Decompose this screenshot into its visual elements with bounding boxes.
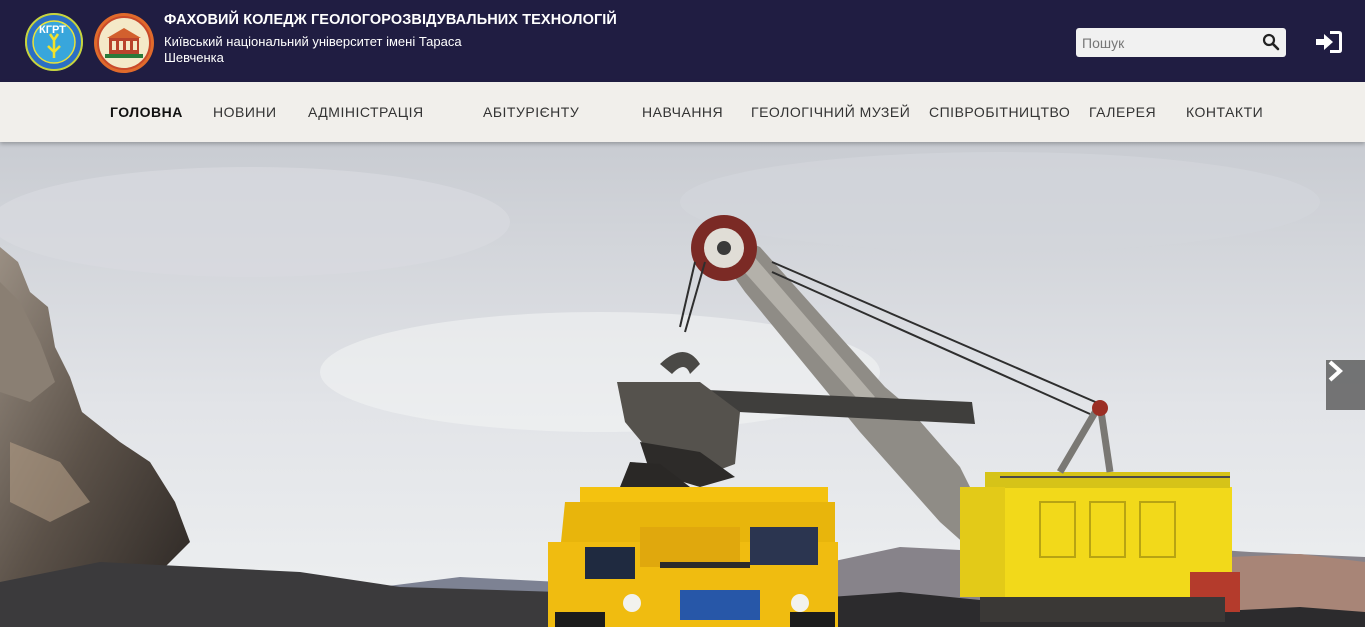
nav-item-geological-museum[interactable]: ГЕОЛОГІЧНИЙ МУЗЕЙ	[751, 82, 910, 142]
university-logo[interactable]	[93, 12, 155, 74]
nav-item-administration[interactable]: АДМІНІСТРАЦІЯ	[308, 82, 424, 142]
slider-next-button[interactable]	[1326, 360, 1365, 410]
site-header: КГРТ ФАХОВИЙ КОЛЕДЖ ГЕОЛОГОРОЗВІДУВАЛЬНИ…	[0, 0, 1365, 82]
college-name[interactable]: ФАХОВИЙ КОЛЕДЖ ГЕОЛОГОРОЗВІДУВАЛЬНИХ ТЕХ…	[164, 12, 617, 28]
nav-item-gallery[interactable]: ГАЛЕРЕЯ	[1089, 82, 1156, 142]
nav-item-home[interactable]: ГОЛОВНА	[110, 82, 183, 142]
logo-text: КГРТ	[39, 24, 66, 36]
nav-item-education[interactable]: НАВЧАННЯ	[642, 82, 723, 142]
chevron-right-icon	[1328, 360, 1343, 382]
search-input[interactable]	[1076, 28, 1256, 57]
college-logo[interactable]	[24, 12, 84, 72]
main-nav: ГОЛОВНА НОВИНИ АДМІНІСТРАЦІЯ АБІТУРІЄНТУ…	[0, 82, 1365, 142]
search-box	[1076, 28, 1286, 57]
hero-slider	[0, 142, 1365, 627]
nav-item-news[interactable]: НОВИНИ	[213, 82, 277, 142]
sign-in-icon[interactable]	[1314, 29, 1344, 55]
hero-image	[0, 142, 1365, 627]
nav-item-cooperation[interactable]: СПІВРОБІТНИЦТВО	[929, 82, 1070, 142]
university-name[interactable]: Київський національний університет імені…	[164, 34, 464, 66]
nav-item-contacts[interactable]: КОНТАКТИ	[1186, 82, 1263, 142]
nav-item-applicants[interactable]: АБІТУРІЄНТУ	[483, 82, 579, 142]
search-icon[interactable]	[1262, 33, 1280, 51]
